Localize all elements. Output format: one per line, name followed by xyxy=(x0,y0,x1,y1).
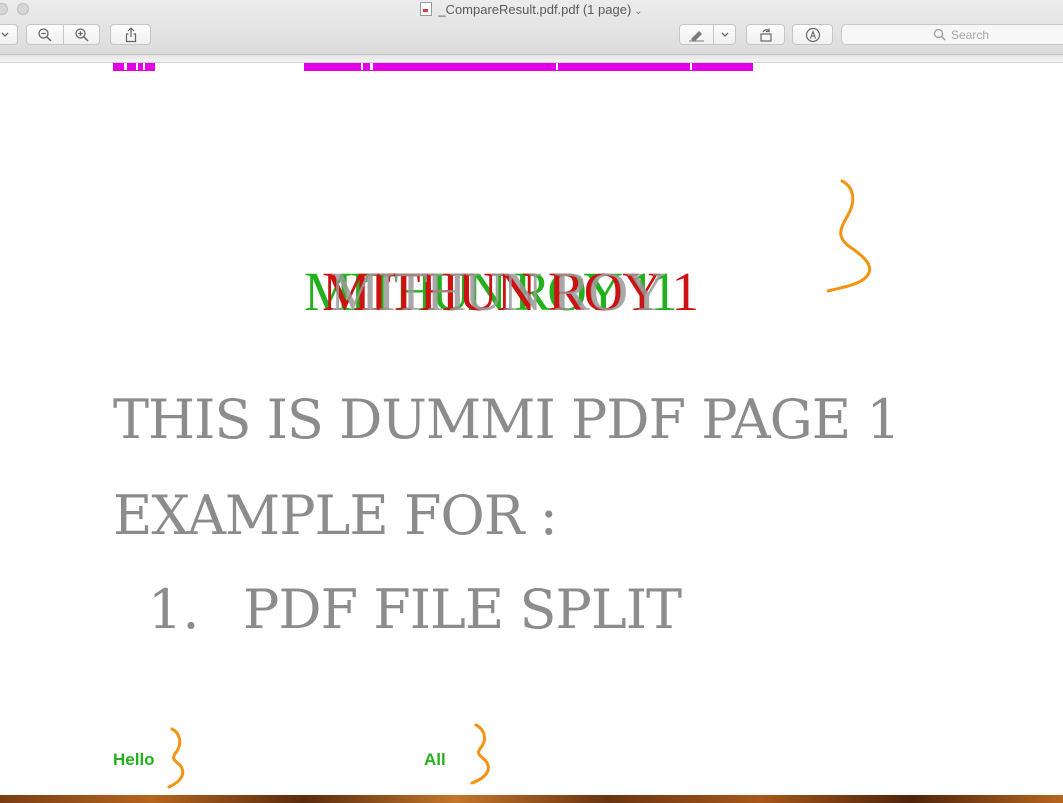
pdf-file-icon xyxy=(420,2,433,16)
rotate-icon xyxy=(759,28,772,42)
heading-line-2: EXAMPLE FOR : xyxy=(113,484,558,547)
name-unchanged-text: MITHUN ROY xyxy=(330,261,666,322)
inserted-word-hello: Hello xyxy=(113,750,155,769)
window-toolbar: _CompareResult.pdf.pdf (1 page) ⌄ Search xyxy=(0,0,1063,55)
markup-toolbar-button[interactable] xyxy=(792,24,833,45)
markup-menu-button[interactable] xyxy=(714,24,735,45)
sidebar-view-menu-button[interactable] xyxy=(0,24,18,45)
list-item-text: PDF FILE SPLIT xyxy=(243,578,682,641)
rotate-button[interactable] xyxy=(746,24,785,45)
diff-highlight-gap xyxy=(143,63,145,70)
brace-annotation xyxy=(470,723,490,785)
inserted-word-all: All xyxy=(424,750,446,769)
list-number: 1. xyxy=(148,578,200,641)
pen-icon xyxy=(688,30,704,42)
desktop-wallpaper-strip xyxy=(0,795,1063,803)
chevron-down-icon xyxy=(721,32,728,37)
markup-icon xyxy=(805,27,820,42)
share-icon xyxy=(125,26,136,42)
zoom-in-button[interactable] xyxy=(64,24,99,45)
diff-highlight-gap xyxy=(361,63,363,70)
zoom-in-icon xyxy=(74,27,89,42)
chevron-down-icon xyxy=(1,32,9,37)
search-placeholder: Search xyxy=(950,27,990,42)
highlight-pen-button[interactable] xyxy=(680,24,713,45)
zoom-out-icon xyxy=(37,27,52,42)
diff-highlight-gap xyxy=(370,63,373,70)
diff-highlight-gap xyxy=(690,63,692,70)
search-input[interactable]: Search xyxy=(841,24,1063,45)
diff-highlight-gap xyxy=(136,63,138,70)
zoom-out-button[interactable] xyxy=(27,24,62,45)
page-scroll-edge xyxy=(0,55,1063,63)
brace-annotation xyxy=(167,727,185,789)
diff-highlight-gap xyxy=(124,63,127,70)
window-title[interactable]: _CompareResult.pdf.pdf (1 page) xyxy=(438,2,631,17)
heading-line-1: THIS IS DUMMI PDF PAGE 1 xyxy=(113,388,901,451)
search-icon xyxy=(933,28,946,41)
diff-highlight-gap xyxy=(556,63,558,70)
pdf-page: MITHUN ROY 11 MITHUN ROY 1 MITHUN ROY TH… xyxy=(0,63,1063,795)
window-title-area: _CompareResult.pdf.pdf (1 page) ⌄ xyxy=(0,2,1063,17)
share-button[interactable] xyxy=(110,24,151,45)
diff-highlight-bar xyxy=(113,63,155,71)
chevron-down-icon[interactable]: ⌄ xyxy=(634,6,642,17)
brace-annotation xyxy=(826,179,872,293)
